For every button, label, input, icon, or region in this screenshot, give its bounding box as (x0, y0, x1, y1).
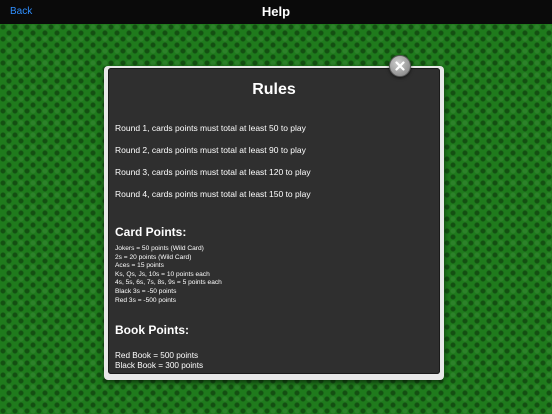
close-button[interactable] (389, 55, 411, 77)
card-points-item: Jokers = 50 points (Wild Card) (115, 245, 204, 252)
round-rule-3: Round 3, cards points must total at leas… (115, 167, 311, 177)
card-points-item: Aces = 15 points (115, 262, 164, 270)
book-points-item: Red Book = 500 points (115, 351, 199, 360)
card-points-item: Black 3s = -50 points (115, 287, 177, 295)
rules-title: Rules (252, 81, 296, 98)
book-points-heading: Book Points: (115, 323, 189, 337)
navigation-bar: Back Help (0, 0, 552, 24)
close-icon (395, 61, 405, 71)
rules-dialog: Rules Round 1, cards points must total a… (104, 66, 444, 380)
book-points-item: Black Book = 300 points (115, 361, 204, 370)
card-points-item: Red 3s = -500 points (115, 296, 177, 304)
round-rule-2: Round 2, cards points must total at leas… (115, 145, 306, 155)
round-rule-4: Round 4, cards points must total at leas… (115, 189, 311, 199)
rules-panel: Rules Round 1, cards points must total a… (108, 68, 440, 374)
card-points-item: 2s = 20 points (Wild Card) (115, 253, 192, 261)
card-points-list: Jokers = 50 points (Wild Card) 2s = 20 p… (115, 245, 222, 305)
card-points-item: 4s, 5s, 6s, 7s, 8s, 9s = 5 points each (115, 279, 222, 287)
card-points-item: Ks, Qs, Js, 10s = 10 points each (115, 270, 210, 278)
card-points-heading: Card Points: (115, 225, 187, 239)
round-rule-1: Round 1, cards points must total at leas… (115, 123, 306, 133)
page-title: Help (261, 4, 291, 19)
book-points-list: Red Book = 500 points Black Book = 300 p… (115, 351, 203, 371)
